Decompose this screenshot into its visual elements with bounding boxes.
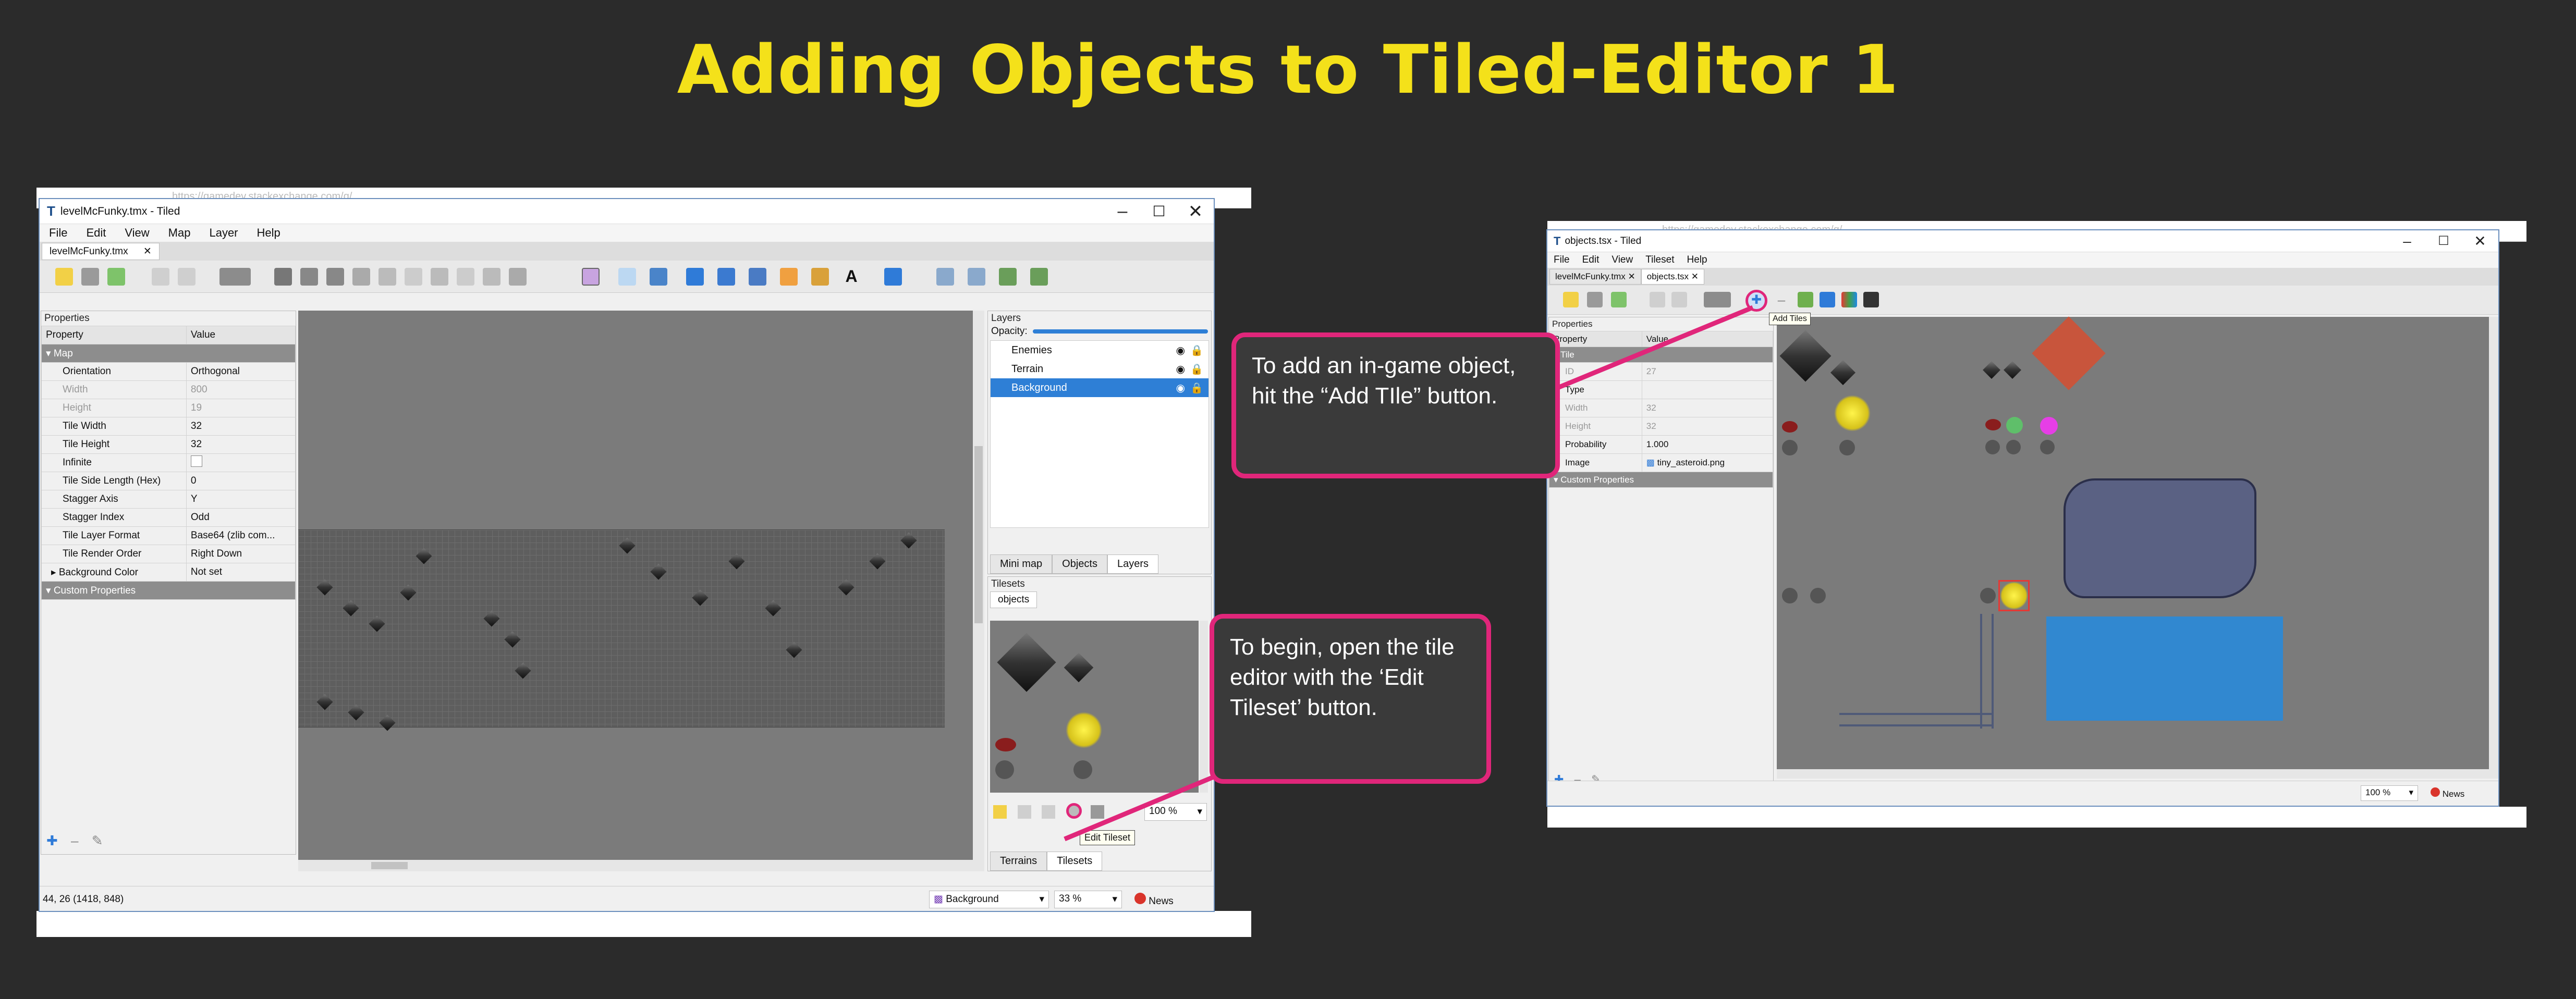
callout-add-tile-text: To add an in-game object, hit the “Add T… xyxy=(1252,353,1516,409)
callout-add-tile: To add an in-game object, hit the “Add T… xyxy=(1231,332,1560,478)
connector-add-tile xyxy=(1557,305,1754,390)
connector-edit-tileset xyxy=(1064,774,1216,842)
callout-edit-tileset: To begin, open the tile editor with the … xyxy=(1210,614,1491,784)
callout-connectors xyxy=(1064,305,1754,842)
callout-edit-tileset-text: To begin, open the tile editor with the … xyxy=(1230,634,1455,720)
add-tiles-tooltip: Add Tiles xyxy=(1769,313,1811,325)
